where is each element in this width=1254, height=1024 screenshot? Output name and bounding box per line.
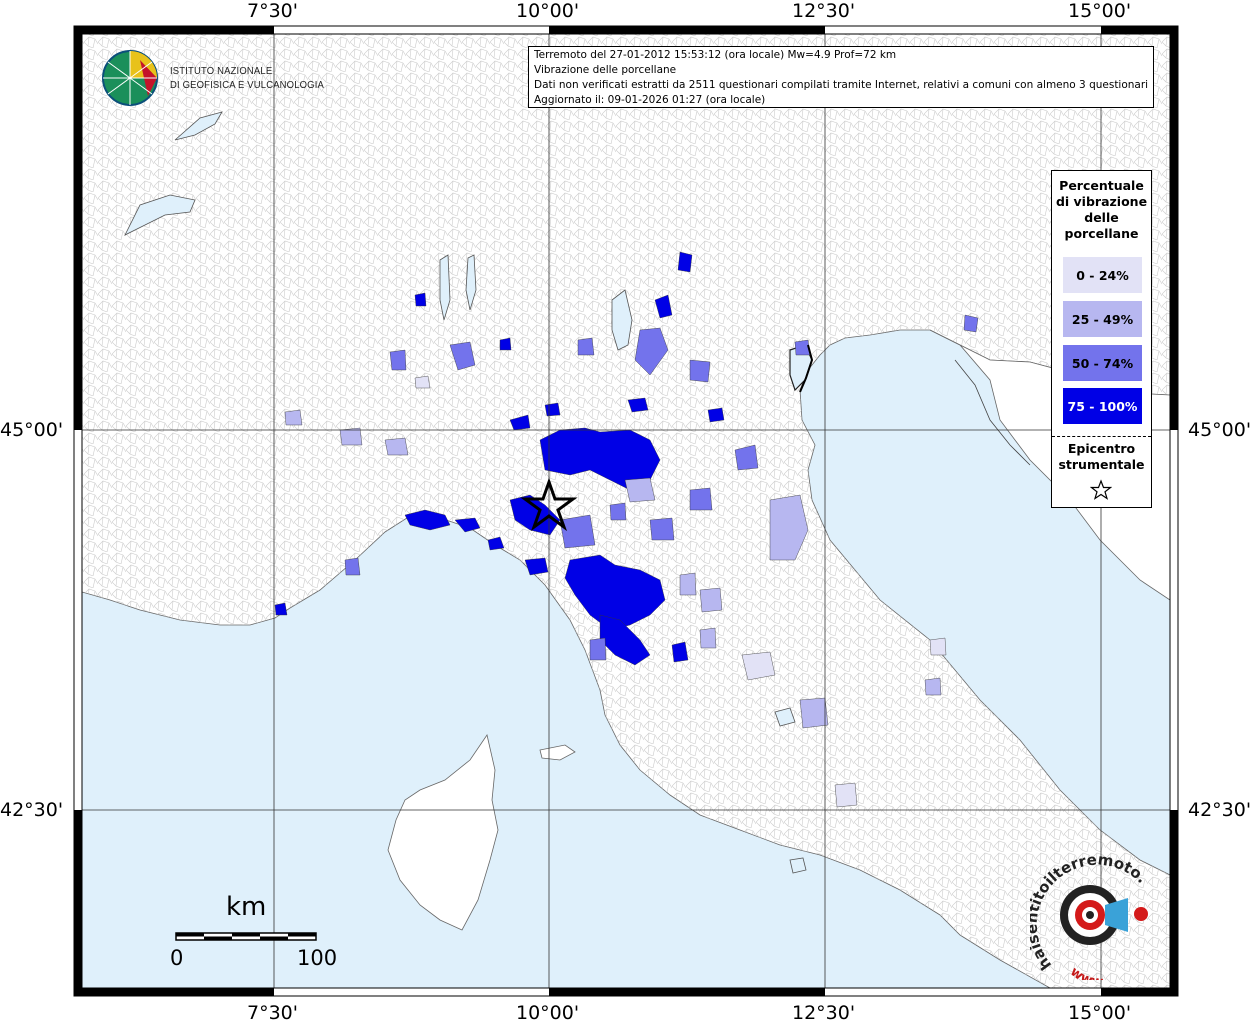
legend-title-line: Percentuale: [1059, 178, 1144, 193]
hsit-brand-url: www.: [1067, 964, 1107, 980]
bottom-lon-label: 10°00': [516, 1002, 580, 1024]
ingv-line-1: ISTITUTO NAZIONALE: [170, 65, 273, 77]
legend-epicenter-line: Epicentro: [1067, 441, 1136, 456]
scale-unit-label: km: [226, 892, 267, 922]
svg-text:www.: www.: [1067, 964, 1107, 980]
legend-class-0: 0 - 24%: [1063, 257, 1142, 293]
event-info-box: Terremoto del 27-01-2012 15:53:12 (ora l…: [528, 46, 1154, 108]
legend-box: Percentuale di vibrazione delle porcella…: [1051, 170, 1152, 508]
legend-epicenter-line: strumentale: [1058, 457, 1145, 472]
legend-title-line: delle: [1084, 210, 1119, 225]
right-lat-label: 45°00': [1188, 419, 1252, 441]
legend-divider: [1052, 436, 1151, 437]
legend-title-line: porcellane: [1064, 226, 1139, 241]
event-info-line-4: Aggiornato il: 09-01-2026 01:27 (ora loc…: [534, 94, 766, 106]
ingv-line-2: DI GEOFISICA E VULCANOLOGIA: [170, 79, 324, 91]
left-lat-label: 42°30': [0, 799, 64, 821]
svg-text:haisentitoilterremoto.it: haisentitoilterremoto.it: [1030, 855, 1151, 974]
top-lon-label: 12°30': [792, 0, 856, 22]
legend-title: Percentuale di vibrazione delle porcella…: [1052, 178, 1151, 242]
legend-class-1: 25 - 49%: [1063, 301, 1142, 337]
ingv-logo-text: ISTITUTO NAZIONALE DI GEOFISICA E VULCAN…: [170, 64, 324, 92]
right-lat-label: 42°30': [1188, 799, 1252, 821]
legend-epicenter-label: Epicentro strumentale: [1052, 441, 1151, 473]
bottom-lon-label: 12°30': [792, 1002, 856, 1024]
event-info-line-3: Dati non verificati estratti da 2511 que…: [534, 79, 1148, 91]
event-info-line-1: Terremoto del 27-01-2012 15:53:12 (ora l…: [534, 49, 897, 61]
ingv-globe-icon: [102, 50, 158, 106]
legend-star-icon: [1090, 479, 1112, 500]
legend-class-3: 75 - 100%: [1063, 388, 1142, 424]
bottom-lon-label: 15°00': [1068, 1002, 1132, 1024]
scale-min-label: 0: [170, 946, 184, 970]
scale-bar: [175, 932, 317, 941]
hsit-brand-text: haisentitoilterremoto.it www.: [1030, 855, 1151, 980]
legend-class-2: 50 - 74%: [1063, 345, 1142, 381]
hsit-brand-name: haisentitoilterremoto.it: [1030, 855, 1151, 974]
top-lon-label: 7°30': [247, 0, 298, 22]
left-lat-label: 45°00': [0, 419, 64, 441]
lake-bolsena: [789, 857, 807, 874]
event-info-line-2: Vibrazione delle porcellane: [534, 64, 677, 76]
top-lon-label: 10°00': [516, 0, 580, 22]
scale-max-label: 100: [297, 946, 338, 970]
top-lon-label: 15°00': [1068, 0, 1132, 22]
legend-title-line: di vibrazione: [1055, 194, 1148, 209]
bottom-lon-label: 7°30': [247, 1002, 298, 1024]
